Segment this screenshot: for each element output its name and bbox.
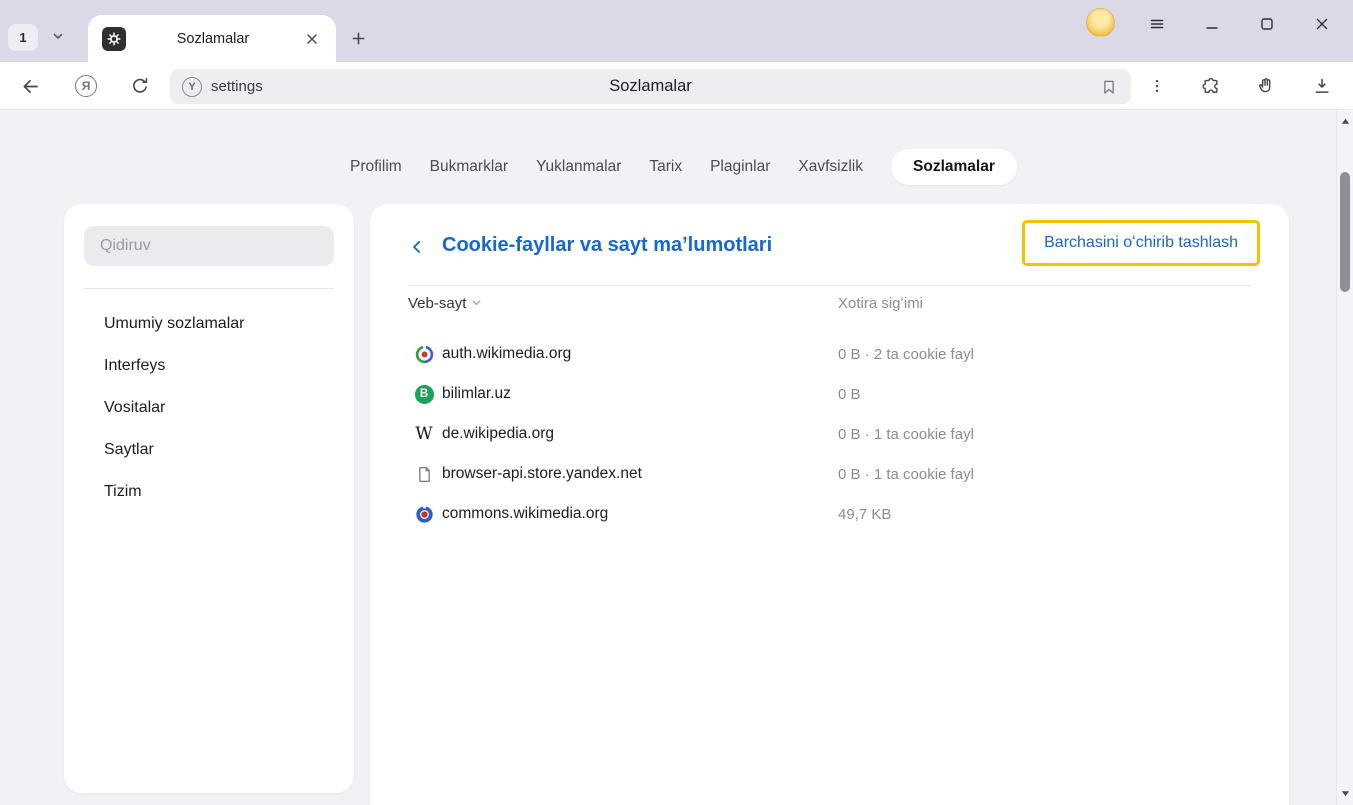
table-row[interactable]: auth.wikimedia.org 0 B · 2 ta cookie fay… [370, 334, 1289, 374]
site-storage: 0 B · 2 ta cookie fayl [838, 345, 974, 364]
site-name: de.wikipedia.org [442, 424, 554, 444]
tab-sozlamalar[interactable]: Sozlamalar [891, 149, 1017, 185]
wikimedia-commons-favicon [414, 504, 434, 524]
scrollbar-thumb[interactable] [1340, 172, 1350, 292]
bookmark-icon[interactable] [1097, 75, 1121, 99]
menu-hamburger-icon[interactable] [1143, 10, 1171, 38]
search-input[interactable] [84, 226, 334, 266]
site-name: browser-api.store.yandex.net [442, 464, 642, 484]
address-url: settings [211, 78, 263, 95]
sidebar-list: Umumiy sozlamalar Interfeys Vositalar Sa… [64, 303, 354, 513]
header-divider [408, 285, 1251, 286]
settings-sidebar: Umumiy sozlamalar Interfeys Vositalar Sa… [64, 204, 354, 793]
tab-yuklanmalar[interactable]: Yuklanmalar [536, 149, 621, 185]
back-chevron-icon[interactable] [404, 234, 430, 260]
yandex-logo-button[interactable]: Я [72, 72, 100, 100]
site-name: commons.wikimedia.org [442, 504, 608, 524]
sidebar-item-interfeys[interactable]: Interfeys [64, 345, 354, 387]
tab-sozlamalar[interactable]: Sozlamalar [88, 15, 336, 62]
tab-title: Sozlamalar [126, 31, 300, 47]
tab-group-count: 1 [19, 30, 26, 45]
table-row[interactable]: W de.wikipedia.org 0 B · 1 ta cookie fay… [370, 414, 1289, 454]
chevron-down-icon [52, 29, 64, 47]
delete-all-button[interactable]: Barchasini oʻchirib tashlash [1022, 220, 1260, 266]
address-bar[interactable]: Y settings Sozlamalar [170, 69, 1131, 104]
column-size-label: Xotira sigʻimi [838, 295, 923, 312]
table-row[interactable]: B bilimlar.uz 0 B [370, 374, 1289, 414]
site-storage: 0 B · 1 ta cookie fayl [838, 425, 974, 444]
tab-profilim[interactable]: Profilim [350, 149, 402, 185]
table-header: Veb-sayt Xotira sigʻimi [370, 292, 1289, 320]
site-storage: 49,7 KB [838, 505, 891, 524]
extensions-puzzle-icon[interactable] [1197, 72, 1225, 100]
wikimedia-favicon [414, 344, 434, 364]
tab-plaginlar[interactable]: Plaginlar [710, 149, 770, 185]
back-button[interactable] [16, 72, 44, 100]
tab-group-chip[interactable]: 1 [8, 24, 38, 51]
tab-xavfsizlik[interactable]: Xavfsizlik [798, 149, 863, 185]
close-button[interactable] [1308, 10, 1336, 38]
sidebar-item-saytlar[interactable]: Saytlar [64, 429, 354, 471]
cookies-header: Cookie-fayllar va sayt maʼlumotlari Barc… [370, 204, 1289, 285]
tab-strip: 1 Sozlamalar [0, 0, 1353, 62]
more-options-icon[interactable] [1143, 72, 1171, 100]
downloads-icon[interactable] [1308, 72, 1336, 100]
yandex-logo-icon: Я [75, 75, 97, 97]
tab-group-caret-button[interactable] [44, 24, 72, 51]
tab-bukmarklar[interactable]: Bukmarklar [430, 149, 508, 185]
sidebar-divider [84, 288, 334, 289]
maximize-button[interactable] [1253, 10, 1281, 38]
reload-button[interactable] [126, 72, 154, 100]
hand-gesture-icon[interactable] [1252, 72, 1280, 100]
minimize-button[interactable] [1198, 10, 1226, 38]
navigation-toolbar: Я Y settings Sozlamalar [0, 62, 1353, 110]
address-page-title: Sozlamalar [170, 77, 1131, 96]
vertical-scrollbar[interactable] [1336, 110, 1353, 805]
browser-window: 1 Sozlamalar [0, 0, 1353, 805]
delete-all-label: Barchasini oʻchirib tashlash [1044, 234, 1238, 252]
sort-chevron-icon [471, 295, 482, 312]
tab-close-icon[interactable] [300, 27, 324, 51]
settings-nav-tabs: Profilim Bukmarklar Yuklanmalar Tarix Pl… [350, 149, 1017, 185]
site-name: bilimlar.uz [442, 384, 511, 404]
column-site-label: Veb-sayt [408, 295, 466, 312]
scroll-down-icon[interactable] [1337, 785, 1353, 802]
tab-tarix[interactable]: Tarix [649, 149, 682, 185]
cookies-panel: Cookie-fayllar va sayt maʼlumotlari Barc… [370, 204, 1289, 805]
bilimlar-favicon: B [414, 384, 434, 404]
table-row[interactable]: commons.wikimedia.org 49,7 KB [370, 494, 1289, 534]
site-list: auth.wikimedia.org 0 B · 2 ta cookie fay… [370, 334, 1289, 534]
sort-by-site-control[interactable]: Veb-sayt [408, 295, 482, 312]
site-storage: 0 B [838, 385, 861, 404]
page-title: Cookie-fayllar va sayt maʼlumotlari [442, 234, 772, 257]
avatar[interactable] [1086, 8, 1115, 37]
settings-page: Profilim Bukmarklar Yuklanmalar Tarix Pl… [0, 110, 1336, 805]
scroll-up-icon[interactable] [1337, 113, 1353, 130]
site-name: auth.wikimedia.org [442, 344, 571, 364]
sidebar-item-umumiy-sozlamalar[interactable]: Umumiy sozlamalar [64, 303, 354, 345]
sidebar-item-vositalar[interactable]: Vositalar [64, 387, 354, 429]
settings-gear-icon [102, 27, 126, 51]
sidebar-item-tizim[interactable]: Tizim [64, 471, 354, 513]
site-badge-icon: Y [182, 77, 202, 97]
site-storage: 0 B · 1 ta cookie fayl [838, 465, 974, 484]
wikipedia-favicon: W [414, 424, 434, 444]
table-row[interactable]: browser-api.store.yandex.net 0 B · 1 ta … [370, 454, 1289, 494]
document-favicon [414, 464, 434, 484]
new-tab-button[interactable] [346, 26, 371, 51]
